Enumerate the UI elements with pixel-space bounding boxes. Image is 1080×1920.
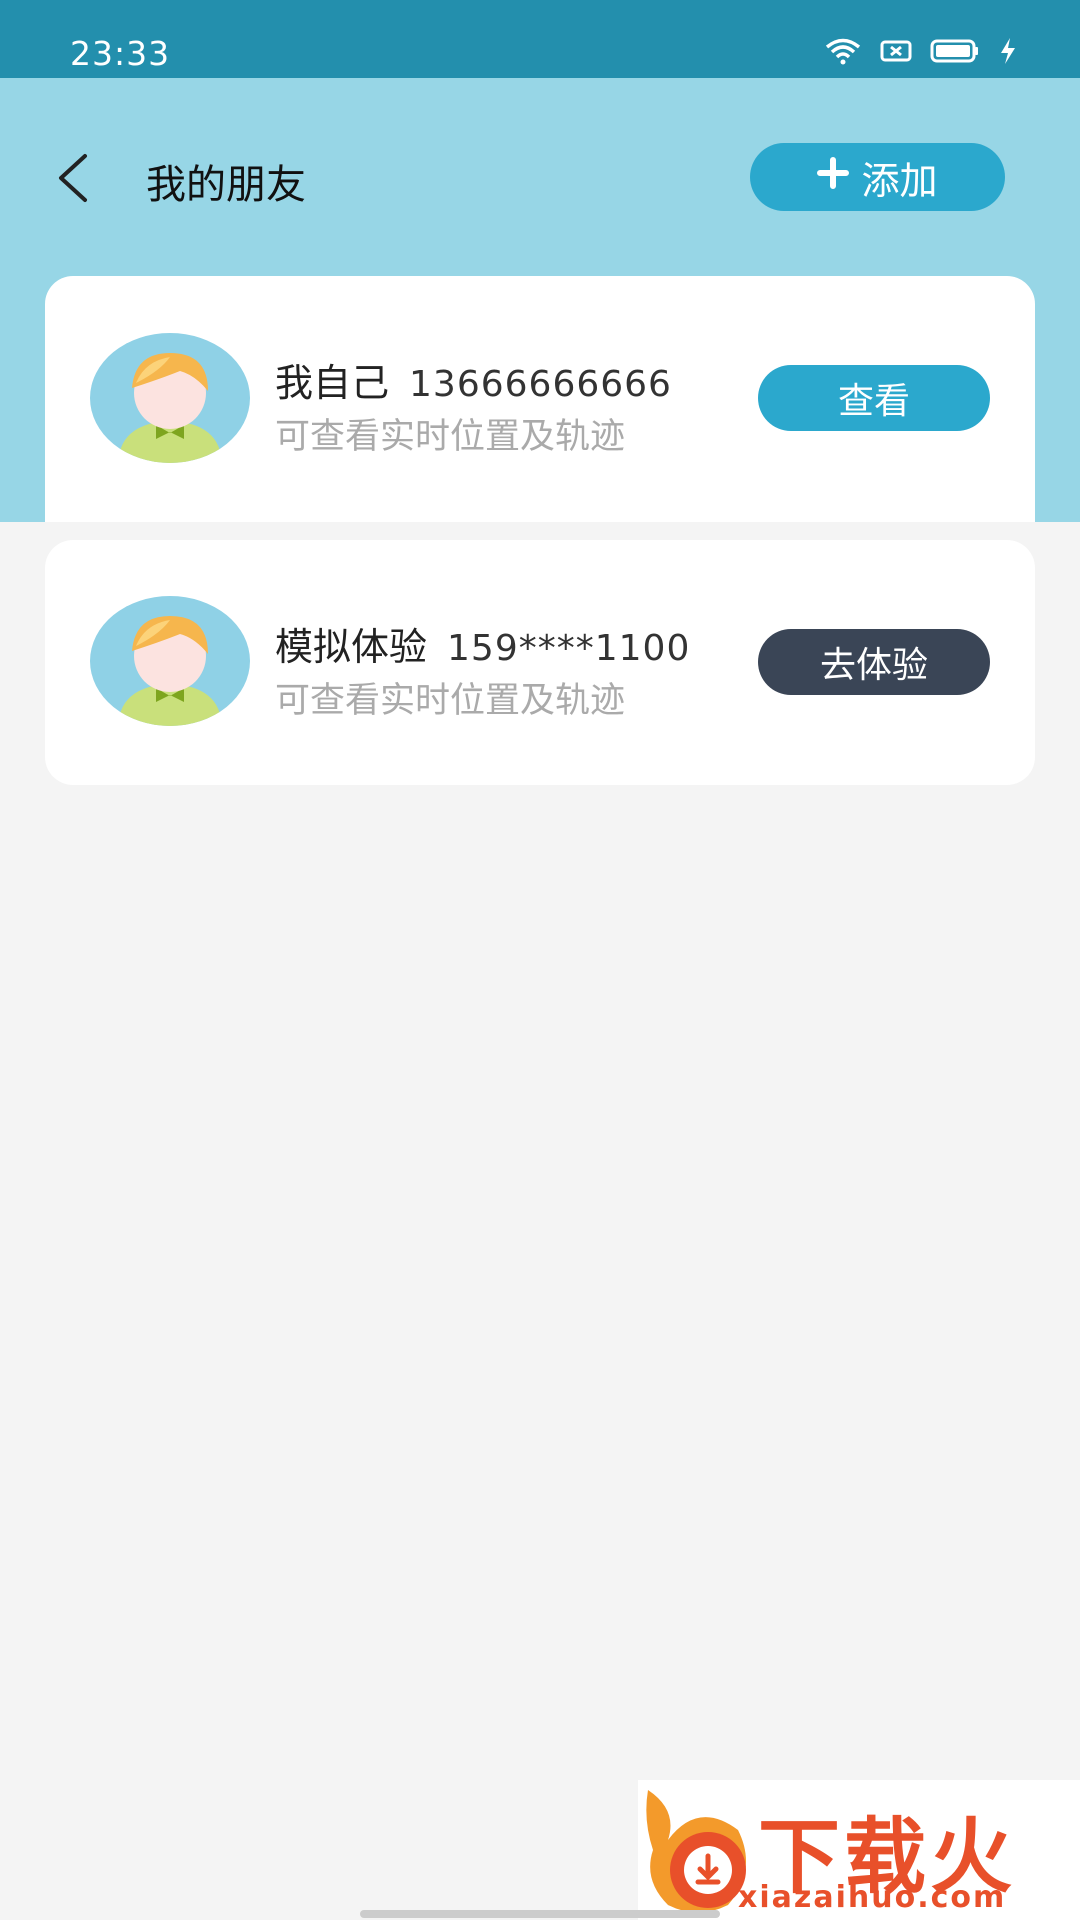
- friend-name: 我自己 13666666666: [275, 352, 672, 407]
- battery-icon: [930, 38, 980, 68]
- friend-card: 模拟体验 159****1100 可查看实时位置及轨迹 去体验: [45, 540, 1035, 785]
- status-time: 23:33: [70, 34, 171, 73]
- avatar: [90, 596, 250, 726]
- screen-record-icon: [880, 39, 912, 67]
- chevron-left-icon: [59, 154, 87, 202]
- friend-name-text: 我自己: [275, 361, 390, 405]
- friend-name: 模拟体验 159****1100: [275, 616, 690, 671]
- page-title: 我的朋友: [146, 162, 306, 208]
- charging-icon: [998, 36, 1018, 70]
- wifi-icon: [824, 37, 862, 69]
- status-icons: [824, 38, 1018, 68]
- friend-card: 我自己 13666666666 可查看实时位置及轨迹 查看: [45, 276, 1035, 522]
- plus-icon: [817, 153, 850, 197]
- add-friend-button[interactable]: 添加: [750, 143, 1005, 211]
- watermark-url: xiazaihuo.com: [738, 1880, 1007, 1915]
- friend-description: 可查看实时位置及轨迹: [275, 681, 626, 721]
- add-button-label: 添加: [861, 158, 938, 203]
- friend-phone: 159****1100: [447, 628, 691, 669]
- back-button[interactable]: [45, 148, 101, 208]
- view-button[interactable]: 查看: [758, 365, 990, 431]
- friend-phone: 13666666666: [409, 364, 672, 405]
- friend-description: 可查看实时位置及轨迹: [275, 417, 626, 457]
- status-bar: 23:33: [0, 0, 1080, 78]
- home-indicator[interactable]: [360, 1910, 720, 1918]
- try-experience-button[interactable]: 去体验: [758, 629, 990, 695]
- watermark-logo: 下载火 xiazaihuo.com: [638, 1780, 1080, 1920]
- avatar: [90, 333, 250, 463]
- friend-name-text: 模拟体验: [275, 625, 428, 669]
